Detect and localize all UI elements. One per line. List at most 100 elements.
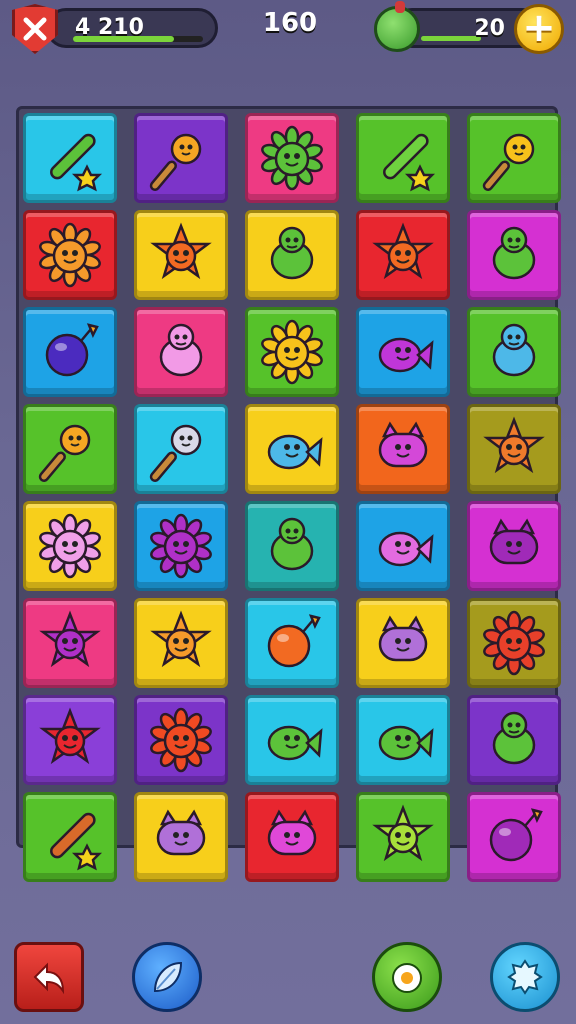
cactus-monster-icon — [270, 226, 314, 280]
snail-monster-icon — [270, 517, 314, 571]
board-tile[interactable] — [23, 404, 117, 494]
bomb-icon — [267, 614, 321, 668]
leaf-icon — [153, 961, 183, 993]
cat-monster-icon — [156, 809, 206, 856]
board-tile[interactable] — [134, 307, 228, 397]
board-tile[interactable] — [134, 792, 228, 882]
ghost-monster-icon — [492, 323, 536, 377]
board-tile[interactable] — [245, 404, 339, 494]
score-progress-bar — [73, 36, 203, 42]
fish-monster-icon — [267, 725, 323, 761]
board-tile[interactable] — [245, 307, 339, 397]
board-tile[interactable] — [356, 598, 450, 688]
moves-counter: 160 — [262, 8, 318, 38]
leaf-monster-icon — [492, 711, 536, 765]
flower-monster-icon — [261, 125, 323, 191]
board-tile[interactable] — [467, 404, 561, 494]
blob-monster-icon — [489, 518, 539, 565]
board-tile[interactable] — [134, 210, 228, 300]
star-wand-icon — [149, 133, 202, 191]
board-tile[interactable] — [356, 307, 450, 397]
leaf-booster-button[interactable] — [132, 942, 202, 1012]
board-tile[interactable] — [245, 695, 339, 785]
flame-monster-icon — [483, 610, 545, 676]
board-tile[interactable] — [356, 695, 450, 785]
top-hud: 4 210 160 20 + — [0, 0, 576, 70]
sun-monster-icon — [261, 319, 323, 385]
add-currency-button[interactable]: + — [514, 4, 564, 54]
cat-monster-icon — [267, 809, 317, 856]
board-tile[interactable] — [467, 695, 561, 785]
board-tile[interactable] — [245, 598, 339, 688]
fish-monster-icon — [267, 434, 323, 470]
star-monster-icon — [150, 222, 212, 280]
board-tile[interactable] — [23, 307, 117, 397]
gem-progress-bar — [421, 36, 481, 41]
board-tile[interactable] — [467, 210, 561, 300]
back-button[interactable] — [14, 942, 84, 1012]
egg-icon — [392, 963, 422, 993]
board-tile[interactable] — [356, 501, 450, 591]
flower-monster-icon — [150, 513, 212, 579]
board-tile[interactable] — [23, 695, 117, 785]
crystal-booster-button[interactable] — [490, 942, 560, 1012]
crystal-icon — [507, 959, 543, 995]
board-tile[interactable] — [356, 404, 450, 494]
board-tile[interactable] — [245, 501, 339, 591]
bubble-monster-icon — [378, 531, 434, 567]
sun-wand-icon — [482, 133, 535, 191]
egg-booster-button[interactable] — [372, 942, 442, 1012]
cat-monster-icon — [378, 421, 428, 468]
flower-monster-icon — [39, 513, 101, 579]
bat-icon — [50, 812, 103, 871]
board-tile[interactable] — [245, 113, 339, 203]
board-tile[interactable] — [467, 501, 561, 591]
board-tile[interactable] — [245, 210, 339, 300]
board-tile[interactable] — [467, 113, 561, 203]
bomb-icon — [45, 323, 99, 377]
board-tile[interactable] — [23, 501, 117, 591]
star-monster-icon — [372, 804, 434, 862]
board-tile[interactable] — [23, 210, 117, 300]
wand-pair-icon — [38, 424, 91, 482]
board-tile[interactable] — [23, 792, 117, 882]
bomb-icon — [489, 808, 543, 862]
board-tile[interactable] — [134, 113, 228, 203]
board-tile[interactable] — [134, 695, 228, 785]
board-tile[interactable] — [134, 404, 228, 494]
cat-monster-icon — [378, 615, 428, 662]
club-icon — [383, 133, 436, 192]
board-tile[interactable] — [356, 113, 450, 203]
close-icon — [23, 17, 47, 41]
fish-monster-icon — [378, 337, 434, 373]
score-panel: 4 210 — [46, 8, 218, 48]
sun-monster-icon — [39, 222, 101, 288]
board-tile[interactable] — [245, 792, 339, 882]
board-tile[interactable] — [356, 792, 450, 882]
star-monster-icon — [150, 610, 212, 668]
leaf-sword-icon — [50, 133, 103, 192]
turtle-monster-icon — [492, 226, 536, 280]
board-tile[interactable] — [467, 598, 561, 688]
board-tile[interactable] — [134, 501, 228, 591]
board-tile[interactable] — [23, 598, 117, 688]
close-button[interactable] — [12, 4, 58, 54]
board-tile[interactable] — [467, 307, 561, 397]
star-monster-icon — [372, 222, 434, 280]
star-monster-icon — [483, 416, 545, 474]
star-monster-icon — [39, 707, 101, 765]
hammer-icon — [149, 424, 202, 482]
star-monster-icon — [39, 610, 101, 668]
game-board — [16, 106, 561, 882]
board-tile[interactable] — [134, 598, 228, 688]
board-tile[interactable] — [23, 113, 117, 203]
back-arrow-icon — [33, 962, 65, 995]
octopus-monster-icon — [159, 323, 203, 377]
cabbage-currency-icon — [374, 1, 420, 52]
sun-monster-icon — [150, 707, 212, 773]
board-tile[interactable] — [467, 792, 561, 882]
board-tile[interactable] — [356, 210, 450, 300]
fish-monster-icon — [378, 725, 434, 761]
score-progress-fill — [73, 36, 175, 42]
gem-count: 20 — [474, 16, 505, 41]
